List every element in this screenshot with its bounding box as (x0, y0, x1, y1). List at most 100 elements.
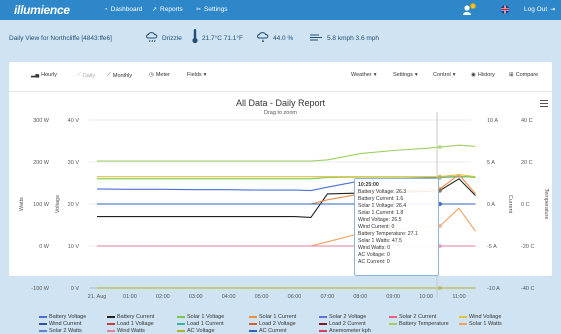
user-icon: 1 (463, 3, 476, 15)
x-tick: 21. Aug (88, 294, 107, 300)
current-tick: -5 A (487, 244, 497, 250)
current-tick: 0 A (487, 202, 495, 208)
weather-bar: Daily View for Northcliffe [4843:ffe6] D… (0, 20, 561, 54)
hover-marker (437, 144, 443, 150)
nav-dashboard-label: Dashboard (110, 6, 143, 13)
flag-icon (500, 5, 510, 14)
x-tick: 07:00 (320, 294, 334, 300)
hover-marker (437, 285, 443, 291)
wind-icon (310, 34, 322, 41)
x-tick: 08:00 (353, 294, 367, 300)
legend-label: Load 1 Voltage (117, 321, 154, 327)
legend-swatch (107, 316, 115, 318)
current-axis-title: Current (507, 195, 513, 214)
legend-item[interactable]: Load 1 Voltage (107, 321, 154, 327)
temperature-tick: -20 C (521, 244, 534, 250)
x-tick: 06:00 (288, 294, 302, 300)
x-tick: 02:00 (156, 294, 170, 300)
legend-label: AC Current (259, 328, 287, 334)
thermometer-icon (192, 29, 198, 44)
legend-item[interactable]: Battery Voltage (39, 314, 86, 320)
legend-label: Solar 2 Watts (49, 328, 82, 334)
legend-item[interactable]: Load 2 Voltage (249, 321, 296, 327)
legend-swatch (177, 316, 185, 318)
legend-swatch (319, 323, 327, 325)
legend-item[interactable]: Load 1 Current (177, 321, 224, 327)
legend-item[interactable]: Wind Watts (107, 328, 145, 334)
legend-label: Wind Voltage (469, 314, 502, 320)
voltage-tick: 20 V (68, 202, 80, 208)
voltage-tick: 40 V (68, 118, 80, 124)
legend-item[interactable]: Solar 2 Voltage (319, 314, 366, 320)
legend-item[interactable]: Solar 1 Watts (459, 321, 502, 327)
legend-item[interactable]: Battery Current (107, 314, 154, 320)
legend-swatch (177, 323, 185, 325)
weather-humidity: 44.0 % (273, 35, 294, 42)
series-line-battery-temperature (97, 144, 476, 162)
legend-label: Solar 2 Current (399, 314, 437, 320)
voltage-tick: 0 V (71, 286, 80, 292)
legend-item[interactable]: Anemometer kph (319, 328, 371, 334)
x-tick: 09:00 (386, 294, 400, 300)
dashboard-icon: ◔ (104, 6, 108, 13)
legend-item[interactable]: Battery Temperature (389, 321, 449, 327)
nav-settings-label: Settings (204, 6, 228, 13)
x-tick: 10:00 (419, 294, 433, 300)
brand-logo[interactable]: illumience (14, 3, 70, 17)
legend-label: Battery Voltage (49, 314, 87, 320)
voltage-tick: 10 V (68, 244, 80, 250)
current-tick: 5 A (487, 160, 495, 166)
legend-item[interactable]: AC Current (249, 328, 287, 334)
x-tick: 01:00 (123, 294, 137, 300)
legend-swatch (107, 323, 115, 325)
watts-axis-title: Watts (19, 197, 25, 211)
report-panel: ▂▄ Hourly ⟋ Daily ⟋ Monthly ◷ Meter Fiel… (9, 62, 552, 334)
legend-swatch (459, 316, 467, 318)
legend-label: Solar 1 Current (259, 314, 297, 320)
drizzle-icon (146, 32, 158, 43)
legend-item[interactable]: Load 2 Current (319, 321, 366, 327)
legend-item[interactable]: Wind Voltage (459, 314, 501, 320)
legend-item[interactable]: Wind Current (39, 321, 81, 327)
temperature-tick: -40 C (521, 286, 534, 292)
legend-swatch (39, 323, 47, 325)
x-tick: 05:00 (255, 294, 269, 300)
settings-icon: ✂ (196, 7, 202, 13)
legend-item[interactable]: Solar 2 Watts (39, 328, 82, 334)
tooltip-line: Solar 1 Watts: 47.5 (358, 238, 402, 244)
legend-label: Battery Temperature (399, 321, 449, 327)
temperature-axis-title: Temperature (543, 189, 549, 220)
language-flag[interactable] (500, 5, 510, 16)
legend-swatch (389, 323, 397, 325)
legend-swatch (107, 330, 115, 332)
logout-icon: ⇥ (550, 7, 556, 13)
legend-label: AC Voltage (187, 328, 215, 334)
logout-button[interactable]: Log Out ⇥ (524, 6, 555, 13)
legend-label: Solar 2 Voltage (329, 314, 367, 320)
x-tick: 03:00 (189, 294, 203, 300)
legend-swatch (39, 316, 47, 318)
tooltip-line: Wind Voltage: 26.5 (358, 217, 402, 223)
nav-settings[interactable]: ✂ Settings (196, 6, 228, 13)
chart-area[interactable]: 300 W 40 V 10 A 40 C 200 W 30 V 5 A 20 C 100 W 20… (9, 62, 552, 312)
legend-label: Battery Current (117, 314, 155, 320)
legend-item[interactable]: AC Voltage (177, 328, 215, 334)
legend-swatch (249, 323, 257, 325)
temperature-tick: 20 C (521, 160, 533, 166)
nav-reports[interactable]: ↗ Reports (152, 6, 183, 13)
watts-tick: -100 W (31, 286, 50, 292)
nav-dashboard[interactable]: ◔ Dashboard (104, 6, 142, 13)
x-tick: 11:00 (452, 294, 465, 300)
legend-item[interactable]: Solar 1 Current (249, 314, 296, 320)
legend-label: Anemometer kph (329, 328, 371, 334)
legend-swatch (319, 316, 327, 318)
current-tick: 10 A (487, 118, 498, 124)
user-notifications[interactable]: 1 (462, 3, 476, 19)
tooltip-line: Wind Current: 0 (358, 224, 395, 230)
temperature-tick: 0 C (521, 202, 530, 208)
reports-icon: ↗ (152, 7, 158, 13)
legend-label: Wind Watts (117, 328, 145, 334)
legend-item[interactable]: Solar 1 Voltage (177, 314, 224, 320)
daily-view-title: Daily View for Northcliffe [4843:ffe6] (9, 35, 112, 42)
legend-item[interactable]: Solar 2 Current (389, 314, 436, 320)
